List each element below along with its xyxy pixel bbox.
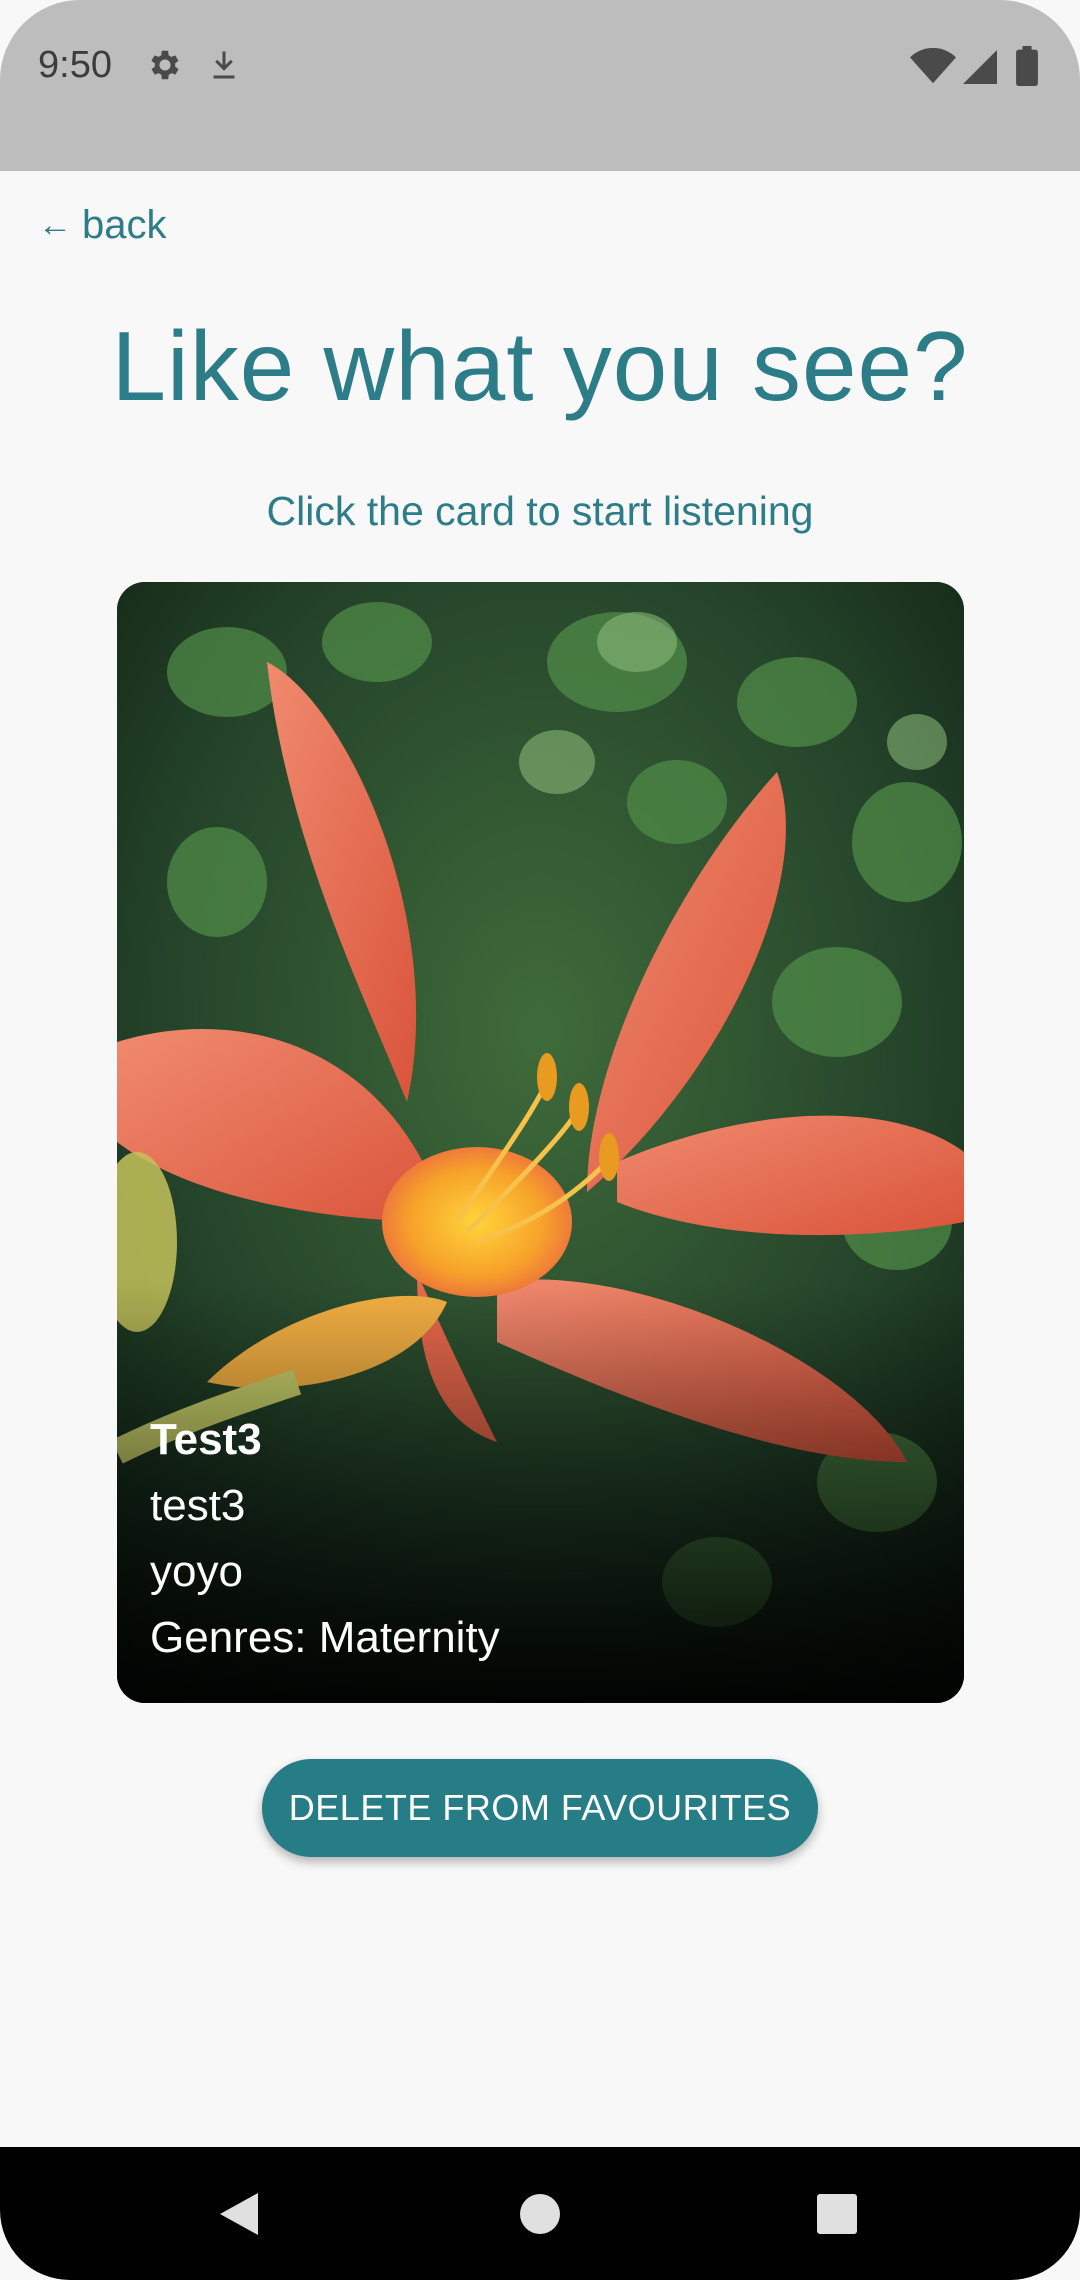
- track-card[interactable]: Test3 test3 yoyo Genres: Maternity: [117, 582, 964, 1703]
- signal-icon: [962, 50, 998, 89]
- back-link[interactable]: ← back: [38, 203, 167, 248]
- back-label: back: [82, 203, 167, 247]
- status-time: 9:50: [38, 44, 112, 86]
- card-line-2: yoyo: [150, 1547, 243, 1596]
- card-details: Test3 test3 yoyo Genres: Maternity: [150, 1407, 500, 1671]
- status-bar: 9:50: [0, 0, 1080, 171]
- system-navigation-bar: [0, 2147, 1080, 2280]
- wifi-icon: [910, 47, 956, 89]
- battery-icon: [1016, 46, 1038, 91]
- back-triangle-icon[interactable]: [218, 2191, 260, 2242]
- card-genres: Genres: Maternity: [150, 1613, 500, 1662]
- page-title: Like what you see?: [111, 311, 969, 421]
- delete-from-favourites-button[interactable]: DELETE FROM FAVOURITES: [262, 1759, 818, 1857]
- download-icon: [206, 46, 242, 89]
- page-subtitle: Click the card to start listening: [266, 488, 814, 534]
- home-circle-icon[interactable]: [519, 2193, 561, 2240]
- card-line-1: test3: [150, 1481, 246, 1530]
- card-title: Test3: [150, 1415, 262, 1464]
- recents-square-icon[interactable]: [817, 2194, 857, 2239]
- left-arrow-icon: ←: [38, 206, 72, 244]
- gear-icon: [146, 46, 184, 89]
